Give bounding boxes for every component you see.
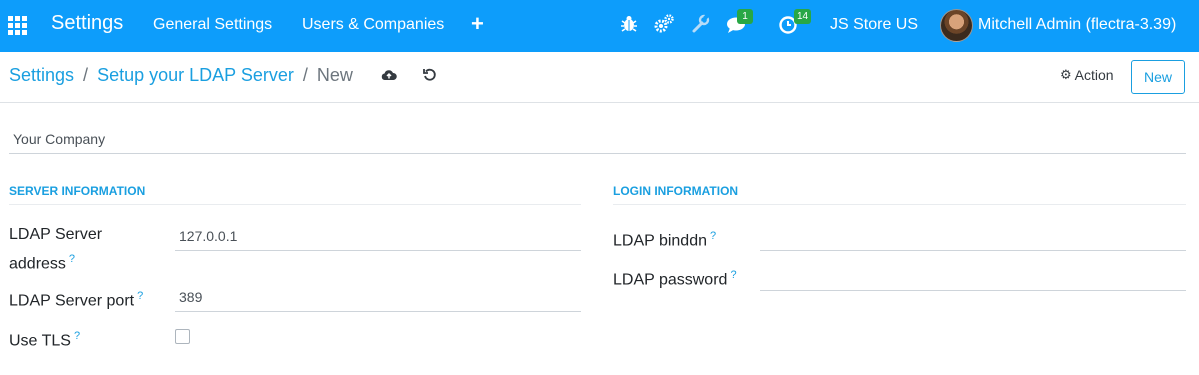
binddn-label: LDAP binddn? — [613, 230, 717, 250]
help-icon[interactable]: ? — [730, 269, 736, 281]
server-information-heading: SERVER INFORMATION — [9, 184, 581, 205]
save-cloud-icon[interactable] — [380, 66, 398, 84]
breadcrumb-separator: / — [83, 65, 89, 85]
bug-icon[interactable] — [618, 13, 640, 35]
company-field[interactable] — [9, 124, 1186, 154]
plus-menu-icon[interactable]: + — [471, 11, 484, 37]
binddn-input[interactable] — [760, 221, 1186, 251]
password-input[interactable] — [760, 261, 1186, 291]
help-icon[interactable]: ? — [74, 330, 80, 342]
server-address-label: LDAP Server address? — [9, 226, 103, 273]
help-icon[interactable]: ? — [69, 253, 75, 265]
discard-icon[interactable] — [421, 66, 439, 84]
menu-general-settings[interactable]: General Settings — [153, 16, 272, 34]
control-panel: Settings / Setup your LDAP Server / New … — [0, 52, 1199, 103]
company-switcher[interactable]: JS Store US — [830, 16, 918, 34]
chat-badge: 1 — [737, 9, 753, 24]
breadcrumb-settings[interactable]: Settings — [9, 65, 74, 86]
password-label: LDAP password? — [613, 269, 737, 289]
app-title[interactable]: Settings — [51, 12, 123, 35]
chat-icon[interactable]: 1 — [725, 9, 753, 35]
new-button[interactable]: New — [1131, 60, 1185, 94]
menu-users-companies[interactable]: Users & Companies — [302, 16, 444, 34]
breadcrumb-separator: / — [302, 65, 308, 85]
wrench-icon[interactable] — [689, 13, 711, 35]
server-port-label: LDAP Server port? — [9, 290, 144, 310]
use-tls-label: Use TLS? — [9, 330, 81, 350]
gear-icon: ⚙ — [1060, 67, 1072, 82]
breadcrumb-current: New — [316, 65, 353, 85]
clock-icon[interactable]: 14 — [777, 9, 812, 35]
apps-menu-icon[interactable] — [6, 14, 28, 36]
top-navbar: Settings General Settings Users & Compan… — [0, 0, 1199, 52]
breadcrumb: Settings / Setup your LDAP Server / New — [9, 65, 353, 86]
use-tls-checkbox[interactable] — [175, 329, 190, 344]
cogs-icon[interactable] — [653, 13, 675, 35]
help-icon[interactable]: ? — [710, 230, 716, 242]
server-port-input[interactable] — [175, 282, 581, 312]
action-menu[interactable]: ⚙ Action — [1060, 67, 1114, 83]
avatar — [940, 8, 973, 42]
help-icon[interactable]: ? — [137, 290, 143, 302]
activity-badge: 14 — [794, 9, 812, 24]
user-menu[interactable]: Mitchell Admin (flectra-3.39) — [940, 7, 1176, 43]
server-address-input[interactable] — [175, 221, 581, 251]
user-name: Mitchell Admin (flectra-3.39) — [978, 16, 1177, 33]
action-label: Action — [1074, 67, 1114, 83]
login-information-heading: LOGIN INFORMATION — [613, 184, 1186, 205]
breadcrumb-setup-ldap[interactable]: Setup your LDAP Server — [97, 65, 294, 86]
